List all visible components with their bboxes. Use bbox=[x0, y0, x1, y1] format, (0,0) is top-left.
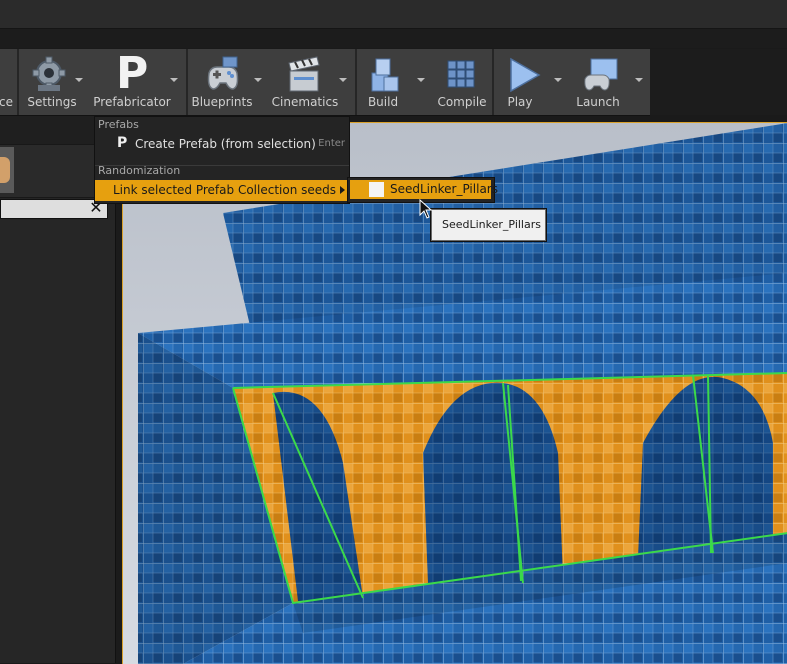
prefabricator-menu: Prefabs P Create Prefab (from selection)… bbox=[94, 116, 350, 204]
menu-section-prefabs: Prefabs bbox=[98, 118, 139, 131]
tooltip-text: SeedLinker_Pillars bbox=[442, 218, 541, 231]
blueprints-label: Blueprints bbox=[191, 95, 253, 109]
build-blocks-icon bbox=[371, 58, 399, 92]
compile-cubes-icon bbox=[447, 60, 475, 88]
cinematics-label: Cinematics bbox=[271, 95, 339, 109]
title-bar bbox=[0, 0, 787, 29]
create-prefab-label: Create Prefab (from selection) bbox=[135, 137, 316, 151]
launch-monitor-icon bbox=[584, 58, 618, 91]
chevron-down-icon[interactable] bbox=[554, 78, 562, 82]
tooltip: SeedLinker_Pillars bbox=[431, 209, 546, 241]
play-icon bbox=[510, 57, 541, 93]
toolbar-divider bbox=[186, 49, 188, 115]
compile-button[interactable]: Compile bbox=[432, 49, 492, 115]
build-button[interactable]: Build bbox=[358, 49, 430, 115]
seedlinker-pillars-label: SeedLinker_Pillars bbox=[390, 182, 498, 196]
gear-icon bbox=[32, 56, 66, 91]
settings-button[interactable]: Settings bbox=[20, 49, 84, 115]
chevron-down-icon[interactable] bbox=[417, 78, 425, 82]
chevron-down-icon[interactable] bbox=[75, 78, 83, 82]
create-prefab-menu-item[interactable]: P Create Prefab (from selection) Enter bbox=[95, 134, 349, 155]
character-thumbnail-icon bbox=[0, 157, 10, 183]
link-prefab-seeds-menu-item[interactable]: Link selected Prefab Collection seeds bbox=[95, 180, 349, 201]
chevron-down-icon[interactable] bbox=[254, 78, 262, 82]
left-panel-body bbox=[0, 220, 115, 663]
asset-thumbnail[interactable] bbox=[0, 147, 14, 193]
settings-label: Settings bbox=[27, 95, 77, 109]
submenu-arrow-icon bbox=[340, 186, 345, 194]
checkbox[interactable] bbox=[369, 182, 384, 197]
source-control-button[interactable]: ce bbox=[0, 49, 16, 115]
toolbar-divider bbox=[17, 49, 19, 115]
chevron-down-icon[interactable] bbox=[635, 78, 643, 82]
compile-label: Compile bbox=[437, 95, 487, 109]
gamepad-icon bbox=[207, 56, 239, 90]
play-label: Play bbox=[507, 95, 533, 109]
mouse-cursor-icon bbox=[419, 199, 433, 219]
scene-render bbox=[123, 123, 787, 664]
prefab-p-icon: P bbox=[116, 48, 149, 99]
link-prefab-seeds-label: Link selected Prefab Collection seeds bbox=[113, 183, 337, 197]
play-button[interactable]: Play bbox=[495, 49, 567, 115]
cinematics-button[interactable]: Cinematics bbox=[270, 49, 354, 115]
create-prefab-shortcut: Enter bbox=[318, 138, 345, 149]
blueprints-button[interactable]: Blueprints bbox=[190, 49, 268, 115]
launch-button[interactable]: Launch bbox=[569, 49, 649, 115]
menu-section-randomization: Randomization bbox=[98, 164, 181, 177]
clapperboard-icon bbox=[288, 56, 320, 92]
prefabricator-label: Prefabricator bbox=[93, 95, 171, 109]
prefabricator-button[interactable]: P Prefabricator bbox=[92, 49, 184, 115]
main-toolbar: ce Settings P Prefabricator Blueprints C… bbox=[0, 49, 650, 116]
toolbar-empty-area bbox=[650, 49, 787, 115]
toolbar-divider bbox=[492, 49, 494, 115]
chevron-down-icon[interactable] bbox=[339, 78, 347, 82]
prefab-p-icon: P bbox=[117, 135, 128, 151]
build-label: Build bbox=[367, 95, 399, 109]
launch-label: Launch bbox=[576, 95, 620, 109]
chevron-down-icon[interactable] bbox=[170, 78, 178, 82]
toolbar-divider bbox=[355, 49, 357, 115]
tab-strip bbox=[0, 29, 787, 48]
source-control-label: ce bbox=[0, 95, 13, 109]
seedlinker-pillars-menu-item[interactable]: SeedLinker_Pillars bbox=[350, 180, 498, 199]
